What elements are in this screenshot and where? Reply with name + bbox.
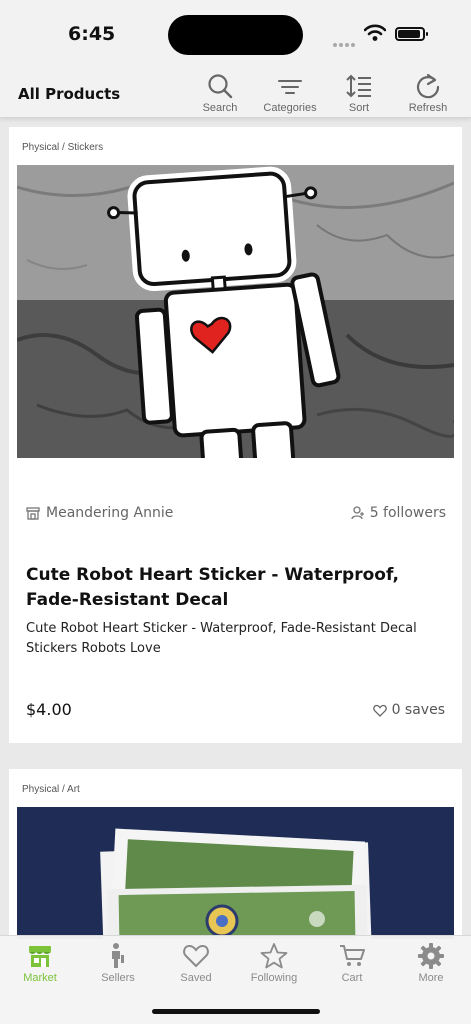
search-icon	[208, 74, 233, 99]
tab-market-label: Market	[23, 972, 57, 984]
tab-cart[interactable]: Cart	[313, 942, 391, 984]
seller-row: Meandering Annie 5 followers	[26, 505, 446, 525]
product-category: Physical / Art	[22, 784, 80, 795]
home-indicator	[152, 1009, 320, 1014]
star-icon	[260, 943, 288, 969]
store-icon	[26, 507, 40, 520]
status-bar: 6:45	[0, 0, 471, 68]
signal-icon	[333, 32, 357, 47]
wifi-icon	[364, 24, 386, 41]
tab-sellers-label: Sellers	[101, 972, 135, 984]
gear-icon	[418, 943, 444, 969]
refresh-label: Refresh	[408, 102, 448, 114]
categories-icon	[278, 80, 302, 94]
tab-saved[interactable]: Saved	[157, 942, 235, 984]
sort-button[interactable]: Sort	[327, 72, 391, 116]
tab-more-label: More	[418, 972, 444, 984]
market-icon	[29, 946, 51, 967]
save-button[interactable]: 0 saves	[372, 702, 445, 718]
dynamic-island	[168, 15, 303, 55]
tab-saved-label: Saved	[180, 972, 212, 984]
art-prints-image	[17, 807, 454, 939]
product-price: $4.00	[26, 700, 72, 719]
status-time: 6:45	[68, 23, 116, 45]
seller-name: Meandering Annie	[46, 505, 174, 521]
tab-sellers[interactable]: Sellers	[79, 942, 157, 984]
cart-icon	[340, 945, 365, 966]
sellers-icon	[112, 943, 124, 968]
refresh-icon	[416, 73, 440, 99]
product-card[interactable]: Physical / Art	[9, 769, 462, 939]
heart-icon	[183, 944, 209, 968]
page-title: All Products	[18, 85, 121, 103]
seller-link[interactable]: Meandering Annie	[26, 505, 173, 521]
categories-label: Categories	[263, 102, 317, 114]
tab-more[interactable]: More	[392, 942, 470, 984]
search-button[interactable]: Search	[188, 72, 252, 116]
categories-button[interactable]: Categories	[258, 72, 322, 116]
sort-icon	[346, 74, 371, 98]
followers-count: 5 followers	[351, 505, 446, 521]
tab-following-label: Following	[250, 972, 298, 984]
tab-following[interactable]: Following	[235, 942, 313, 984]
product-title[interactable]: Cute Robot Heart Sticker - Waterproof, F…	[26, 563, 446, 613]
product-image[interactable]	[17, 807, 454, 939]
battery-icon	[395, 27, 428, 41]
product-description: Cute Robot Heart Sticker - Waterproof, F…	[26, 621, 417, 656]
tab-cart-label: Cart	[341, 972, 363, 984]
person-icon	[351, 506, 364, 520]
product-card[interactable]: Physical / Stickers Meandering Annie 5 f…	[9, 127, 462, 743]
heart-outline-icon	[372, 704, 387, 717]
tab-market[interactable]: Market	[1, 942, 79, 984]
robot-sticker-image	[17, 165, 454, 458]
sort-label: Sort	[348, 102, 370, 114]
product-image[interactable]	[17, 165, 454, 458]
saves-count: 0 saves	[391, 702, 445, 718]
top-navigation: All Products Search Categories Sort Refr…	[0, 68, 471, 118]
product-category: Physical / Stickers	[22, 142, 104, 153]
refresh-button[interactable]: Refresh	[396, 72, 460, 116]
search-label: Search	[202, 102, 238, 114]
followers-label: 5 followers	[369, 505, 446, 521]
